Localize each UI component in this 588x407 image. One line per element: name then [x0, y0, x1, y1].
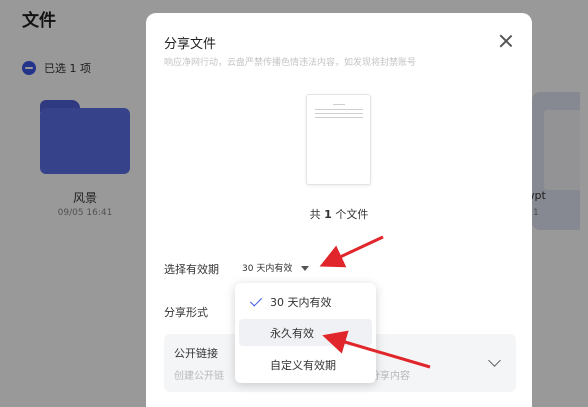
- option-custom[interactable]: 自定义有效期: [239, 351, 372, 378]
- caret-down-icon[interactable]: [301, 266, 310, 271]
- chevron-down-icon[interactable]: [488, 354, 501, 367]
- file-count: 共 1 个文件: [309, 208, 369, 221]
- validity-dropdown: 30 天内有效 永久有效 自定义有效期: [235, 283, 376, 383]
- dialog-title: 分享文件: [164, 37, 217, 52]
- dialog-notice: 响应净网行动，云盘严禁传播色情违法内容，如发现将封禁账号: [164, 58, 417, 68]
- checkmark-icon: [249, 294, 263, 307]
- validity-label: 选择有效期: [164, 263, 219, 276]
- option-permanent[interactable]: 永久有效: [239, 319, 372, 346]
- public-link-title: 公开链接: [174, 347, 218, 360]
- close-icon[interactable]: [498, 33, 514, 49]
- share-form-label: 分享形式: [164, 306, 208, 319]
- document-thumbnail: [306, 94, 371, 185]
- validity-value: 30 天内有效: [242, 264, 293, 274]
- public-link-desc-tail: 分享内容: [370, 371, 410, 382]
- validity-select[interactable]: 30 天内有效: [242, 261, 310, 274]
- option-30-days[interactable]: 30 天内有效: [239, 288, 372, 315]
- public-link-desc: 创建公开链: [174, 371, 224, 382]
